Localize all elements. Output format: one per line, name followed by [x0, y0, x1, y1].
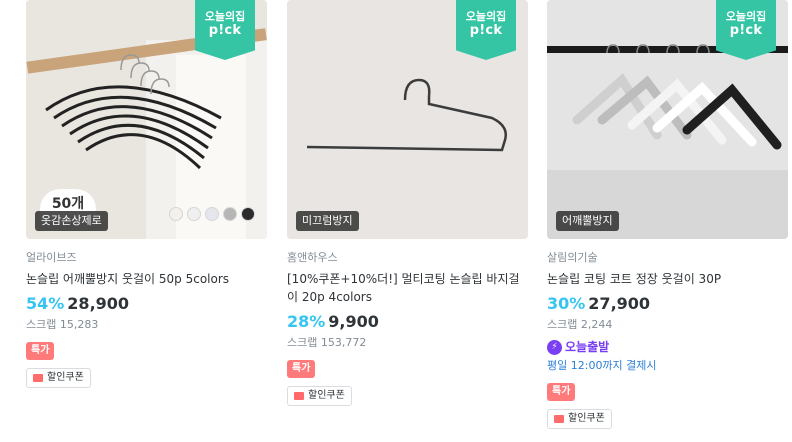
- coupon-label: 할인쿠폰: [568, 413, 605, 424]
- product-title[interactable]: 논슬립 어깨뿔방지 웃걸이 50p 5colors: [26, 270, 267, 288]
- color-swatch[interactable]: [205, 207, 219, 221]
- pick-badge: 오늘의집 p!ck: [195, 0, 255, 60]
- pick-badge-line2: p!ck: [729, 23, 763, 38]
- brand-name[interactable]: 얼라이브즈: [26, 250, 267, 265]
- sale-price: 27,900: [588, 294, 651, 313]
- special-price-badge: 특가: [547, 383, 576, 401]
- product-title[interactable]: 논슬립 코팅 코트 정장 웃걸이 30P: [547, 270, 788, 288]
- color-swatches: [169, 207, 255, 221]
- product-card[interactable]: 오늘의집 p!ck 50개 옷감손상제로 얼라이브즈 논슬립 어깨뿔방지 웃걸이…: [26, 0, 267, 388]
- discount-rate: 28%: [287, 312, 326, 331]
- pick-badge: 오늘의집 p!ck: [716, 0, 776, 60]
- color-swatch[interactable]: [187, 207, 201, 221]
- coupon-icon: [294, 392, 304, 400]
- discount-rate: 30%: [547, 294, 586, 313]
- coupon-label: 할인쿠폰: [47, 372, 84, 383]
- product-card[interactable]: 오늘의집 p!ck 미끄럼방지 홈앤하우스 [10%쿠폰+10%더!] 멀티코팅…: [287, 0, 528, 406]
- pick-badge-line2: p!ck: [208, 23, 242, 38]
- scrap-count: 스크랩 2,244: [547, 318, 613, 331]
- coupon-label: 할인쿠폰: [308, 390, 345, 401]
- product-image[interactable]: 오늘의집 p!ck 50개 옷감손상제로: [26, 0, 267, 239]
- today-shipping-label: 오늘출발: [565, 340, 610, 354]
- special-price-badge: 특가: [26, 342, 55, 360]
- color-swatch[interactable]: [169, 207, 183, 221]
- pick-badge-line1: 오늘의집: [725, 10, 767, 23]
- sale-price: 9,900: [328, 312, 379, 331]
- scrap-count: 스크랩 153,772: [287, 336, 367, 349]
- pick-badge-line1: 오늘의집: [204, 10, 246, 23]
- coupon-badge[interactable]: 할인쿠폰: [547, 409, 612, 429]
- pick-badge-line1: 오늘의집: [465, 10, 507, 23]
- product-image[interactable]: 오늘의집 p!ck 어깨뿔방지: [547, 0, 788, 239]
- price-row: 54% 28,900: [26, 293, 267, 315]
- brand-name[interactable]: 살림의기술: [547, 250, 788, 265]
- pick-badge-line2: p!ck: [469, 23, 503, 38]
- coupon-icon: [554, 415, 564, 423]
- shipping-deadline: 평일 12:00까지 결제시: [547, 359, 657, 372]
- color-swatch[interactable]: [241, 207, 255, 221]
- feature-tag: 옷감손상제로: [35, 211, 108, 231]
- lightning-icon: ⚡: [547, 339, 562, 355]
- product-title[interactable]: [10%쿠폰+10%더!] 멀티코팅 논슬립 바지걸이 20p 4colors: [287, 270, 528, 306]
- scrap-count: 스크랩 15,283: [26, 318, 99, 331]
- brand-name[interactable]: 홈앤하우스: [287, 250, 528, 265]
- feature-tag: 미끄럼방지: [296, 211, 359, 231]
- product-image[interactable]: 오늘의집 p!ck 미끄럼방지: [287, 0, 528, 239]
- price-row: 30% 27,900: [547, 293, 788, 315]
- special-price-badge: 특가: [287, 360, 316, 378]
- color-swatch[interactable]: [223, 207, 237, 221]
- coupon-badge[interactable]: 할인쿠폰: [287, 386, 352, 406]
- today-shipping-badge: ⚡ 오늘출발: [547, 339, 788, 355]
- product-card[interactable]: 오늘의집 p!ck 어깨뿔방지 살림의기술 논슬립 코팅 코트 정장 웃걸이 3…: [547, 0, 788, 429]
- coupon-badge[interactable]: 할인쿠폰: [26, 368, 91, 388]
- discount-rate: 54%: [26, 294, 65, 313]
- coupon-icon: [33, 374, 43, 382]
- feature-tag: 어깨뿔방지: [556, 211, 619, 231]
- pick-badge: 오늘의집 p!ck: [456, 0, 516, 60]
- price-row: 28% 9,900: [287, 311, 528, 333]
- sale-price: 28,900: [67, 294, 130, 313]
